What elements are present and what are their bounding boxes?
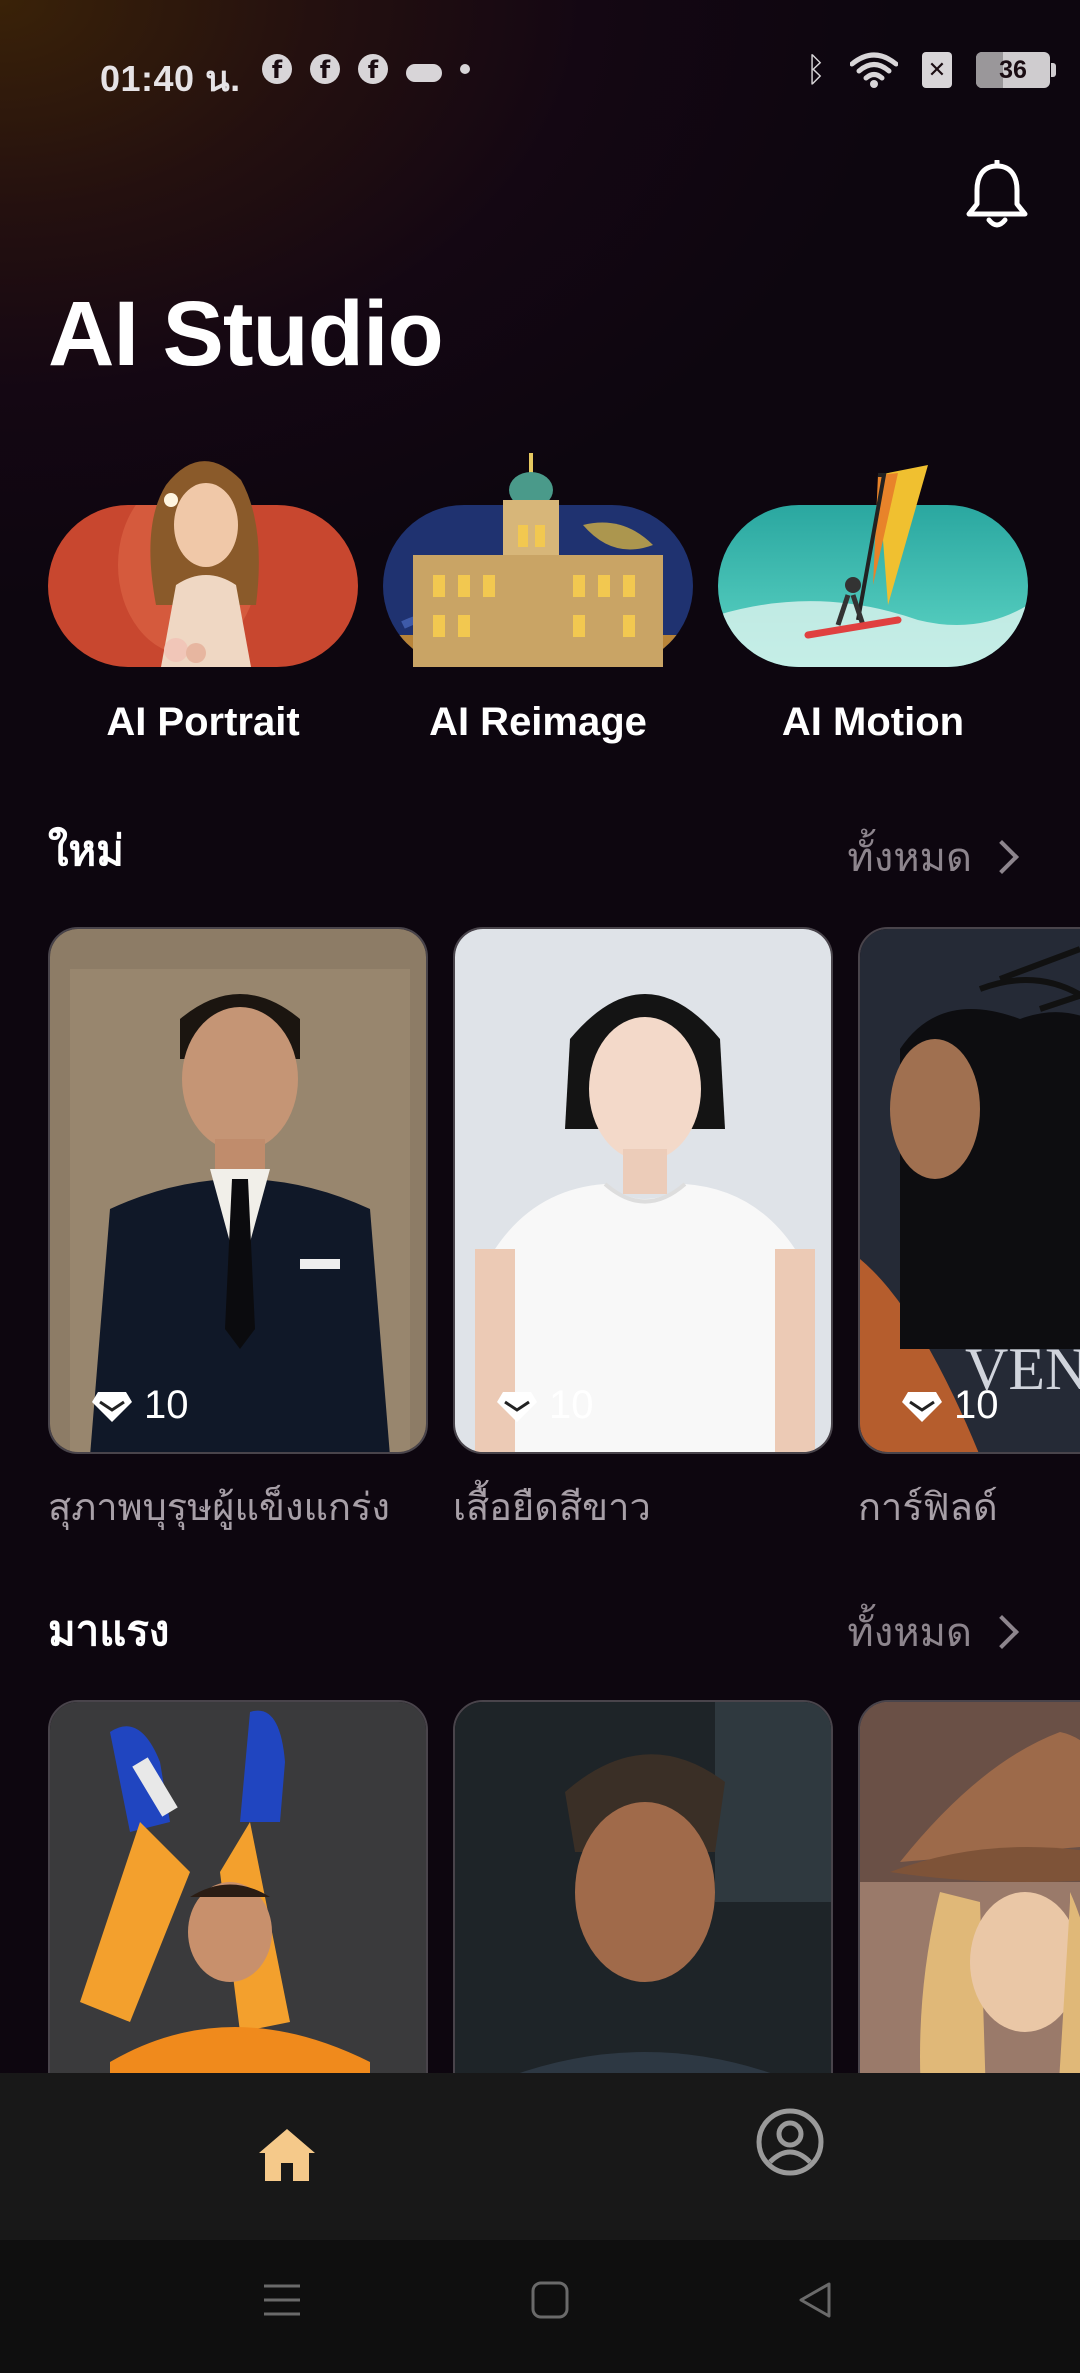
card-cost: 10 bbox=[92, 1383, 189, 1428]
notification-icons: f f f bbox=[262, 54, 470, 84]
template-card[interactable]: 10 สุภาพบุรุษผู้แข็งแกร่ง bbox=[48, 927, 428, 1537]
card-label: การ์ฟิลด์ bbox=[858, 1485, 998, 1529]
facebook-icon: f bbox=[358, 54, 388, 84]
building-figure bbox=[413, 453, 663, 667]
card-thumbnail: VENO 10 bbox=[858, 927, 1080, 1454]
bell-icon[interactable] bbox=[962, 160, 1032, 232]
template-card[interactable]: VENO 10 การ์ฟิลด์ bbox=[858, 927, 1080, 1537]
feature-row: AI Portrait AI Reimage AI Motion bbox=[48, 445, 1058, 765]
status-right: ᛒ ✕ 36 bbox=[805, 50, 1056, 90]
menu-icon[interactable] bbox=[262, 2280, 302, 2320]
screen: 01:40 น. f f f ᛒ ✕ 36 AI Studio AI Portr… bbox=[0, 0, 1080, 2373]
facebook-icon: f bbox=[310, 54, 340, 84]
bottom-nav bbox=[0, 2073, 1080, 2240]
see-all-label: ทั้งหมด bbox=[847, 835, 972, 881]
new-cards-row: 10 สุภาพบุรุษผู้แข็งแกร่ง 10 เสื้อยืดสีข… bbox=[48, 927, 1080, 1529]
feature-label: AI Motion bbox=[781, 700, 965, 744]
back-icon[interactable] bbox=[795, 2280, 835, 2320]
card-label: เสื้อยืดสีขาว bbox=[453, 1485, 651, 1529]
status-time: 01:40 น. bbox=[100, 58, 241, 99]
status-bar: 01:40 น. f f f ᛒ ✕ 36 bbox=[0, 0, 1080, 145]
feature-ai-portrait[interactable]: AI Portrait bbox=[48, 445, 358, 765]
see-all-trending[interactable]: ทั้งหมด bbox=[847, 1600, 1020, 1664]
section-title-trending: มาแรง bbox=[48, 1606, 170, 1655]
facebook-icon: f bbox=[262, 54, 292, 84]
wifi-icon bbox=[850, 52, 898, 88]
gem-icon bbox=[92, 1391, 132, 1422]
chevron-right-icon bbox=[985, 840, 1019, 874]
system-navigation bbox=[0, 2240, 1080, 2373]
gem-icon bbox=[497, 1391, 537, 1422]
bluetooth-icon: ᛒ bbox=[805, 50, 826, 90]
cloud-icon bbox=[406, 64, 442, 82]
cost-value: 10 bbox=[549, 1383, 594, 1427]
cost-value: 10 bbox=[954, 1383, 999, 1427]
gem-icon bbox=[902, 1391, 942, 1422]
portrait-figure bbox=[150, 461, 259, 667]
see-all-label: ทั้งหมด bbox=[847, 1610, 972, 1656]
cost-value: 10 bbox=[144, 1383, 189, 1427]
card-thumbnail: 10 bbox=[453, 927, 833, 1454]
template-card[interactable]: 10 เสื้อยืดสีขาว bbox=[453, 927, 833, 1537]
feature-label: AI Reimage bbox=[429, 700, 647, 744]
venom-poster-image: VENO bbox=[860, 929, 1080, 1452]
page-title: AI Studio bbox=[48, 283, 444, 385]
chevron-right-icon bbox=[985, 1615, 1019, 1649]
battery-icon: 36 bbox=[976, 52, 1056, 88]
profile-icon[interactable] bbox=[755, 2107, 825, 2177]
feature-ai-motion[interactable]: AI Motion bbox=[718, 445, 1028, 765]
section-title-new: ใหม่ bbox=[48, 826, 124, 875]
dot-icon bbox=[460, 64, 470, 74]
card-cost: 10 bbox=[497, 1383, 594, 1428]
feature-ai-reimage[interactable]: AI Reimage bbox=[383, 445, 693, 765]
white-tshirt-image bbox=[455, 929, 831, 1452]
windsurfer-figure bbox=[804, 465, 928, 639]
feature-label: AI Portrait bbox=[106, 700, 300, 744]
battery-level: 36 bbox=[999, 56, 1027, 84]
card-thumbnail: 10 bbox=[48, 927, 428, 1454]
square-icon[interactable] bbox=[530, 2280, 570, 2320]
see-all-new[interactable]: ทั้งหมด bbox=[847, 825, 1020, 889]
gentleman-image bbox=[50, 929, 426, 1452]
card-label: สุภาพบุรุษผู้แข็งแกร่ง bbox=[48, 1485, 390, 1529]
home-icon[interactable] bbox=[255, 2123, 319, 2187]
sim-icon: ✕ bbox=[922, 52, 952, 88]
card-cost: 10 bbox=[902, 1383, 999, 1428]
